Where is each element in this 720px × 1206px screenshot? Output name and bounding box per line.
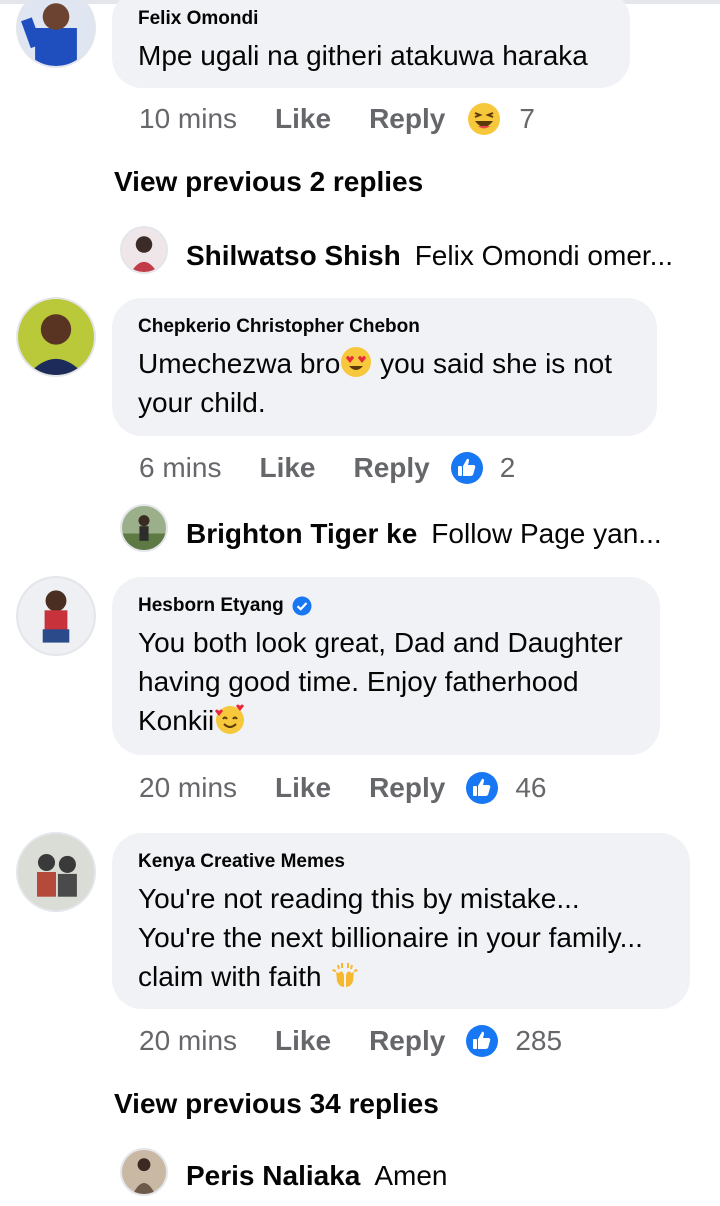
comment-author-name[interactable]: Hesborn Etyang — [138, 595, 284, 617]
reply-author[interactable]: Shilwatso Shish — [186, 240, 401, 272]
comment-actions: 10 mins Like Reply 7 — [139, 99, 535, 139]
comment-bubble[interactable]: Kenya Creative Memes You're not reading … — [112, 833, 690, 1009]
comment-author[interactable]: Felix Omondi — [138, 8, 604, 30]
comment-actions: 6 mins Like Reply 2 — [139, 448, 515, 488]
like-button[interactable]: Like — [259, 452, 315, 484]
like-button[interactable]: Like — [275, 772, 331, 804]
comment-text-part: You both look great, Dad and Daughter ha… — [138, 627, 623, 736]
reply-button[interactable]: Reply — [369, 772, 445, 804]
comment-author[interactable]: Kenya Creative Memes — [138, 851, 664, 873]
comment-text: You both look great, Dad and Daughter ha… — [138, 623, 634, 740]
like-button[interactable]: Like — [275, 1025, 331, 1057]
smiling-hearts-emoji-icon — [214, 703, 246, 735]
avatar[interactable] — [120, 226, 168, 274]
comment-time: 20 mins — [139, 1025, 238, 1056]
comment-author: Hesborn Etyang — [138, 595, 634, 617]
reply-preview[interactable]: Shilwatso Shish Felix Omondi omer... — [186, 236, 686, 276]
comment-text: You're not reading this by mistake... Yo… — [138, 879, 664, 996]
open-hands-emoji-icon — [329, 959, 361, 991]
comment-text-part: You're not reading this by mistake... Yo… — [138, 883, 643, 992]
reply-preview[interactable]: Brighton Tiger ke Follow Page yan... — [186, 514, 666, 554]
reaction-count[interactable]: 285 — [515, 1025, 562, 1057]
view-previous-replies[interactable]: View previous 34 replies — [114, 1088, 439, 1120]
reply-preview[interactable]: Peris Naliaka Amen — [186, 1156, 666, 1196]
view-previous-replies[interactable]: View previous 2 replies — [114, 166, 423, 198]
reply-author[interactable]: Brighton Tiger ke — [186, 518, 417, 550]
reaction-count[interactable]: 7 — [519, 103, 535, 135]
comment-bubble[interactable]: Felix Omondi Mpe ugali na githeri atakuw… — [112, 0, 630, 88]
like-button[interactable]: Like — [275, 103, 331, 135]
comment-text: Mpe ugali na githeri atakuwa haraka — [138, 40, 588, 71]
reply-text: Follow Page yan... — [431, 518, 662, 549]
comment-bubble[interactable]: Hesborn Etyang You both look great, Dad … — [112, 577, 660, 755]
reaction-count[interactable]: 2 — [500, 452, 516, 484]
avatar[interactable] — [120, 1148, 168, 1196]
comment-time: 6 mins — [139, 452, 222, 483]
comment-actions: 20 mins Like Reply 46 — [139, 768, 546, 808]
comment-time: 10 mins — [139, 103, 238, 134]
comment-actions: 20 mins Like Reply 285 — [139, 1021, 562, 1061]
laughing-emoji-icon — [467, 102, 501, 136]
heart-eyes-emoji-icon — [340, 346, 372, 378]
comment-bubble[interactable]: Chepkerio Christopher Chebon Umechezwa b… — [112, 298, 657, 436]
comment-text-part: Umechezwa bro — [138, 348, 341, 379]
comment-author[interactable]: Chepkerio Christopher Chebon — [138, 316, 631, 338]
like-thumb-icon — [465, 771, 499, 805]
reply-button[interactable]: Reply — [354, 452, 430, 484]
reply-text: Amen — [374, 1160, 448, 1191]
like-thumb-icon — [465, 1024, 499, 1058]
reaction-count[interactable]: 46 — [515, 772, 546, 804]
comment-text: Umechezwa bro you said she is not your c… — [138, 344, 631, 422]
avatar[interactable] — [16, 832, 96, 912]
like-thumb-icon — [450, 451, 484, 485]
reply-button[interactable]: Reply — [369, 103, 445, 135]
reply-author[interactable]: Peris Naliaka — [186, 1160, 360, 1192]
verified-badge-icon — [292, 596, 312, 616]
avatar[interactable] — [16, 576, 96, 656]
avatar[interactable] — [16, 0, 96, 68]
comment-time: 20 mins — [139, 772, 238, 803]
avatar[interactable] — [120, 504, 168, 552]
avatar[interactable] — [16, 297, 96, 377]
reply-button[interactable]: Reply — [369, 1025, 445, 1057]
reply-text: Felix Omondi omer... — [414, 240, 674, 271]
